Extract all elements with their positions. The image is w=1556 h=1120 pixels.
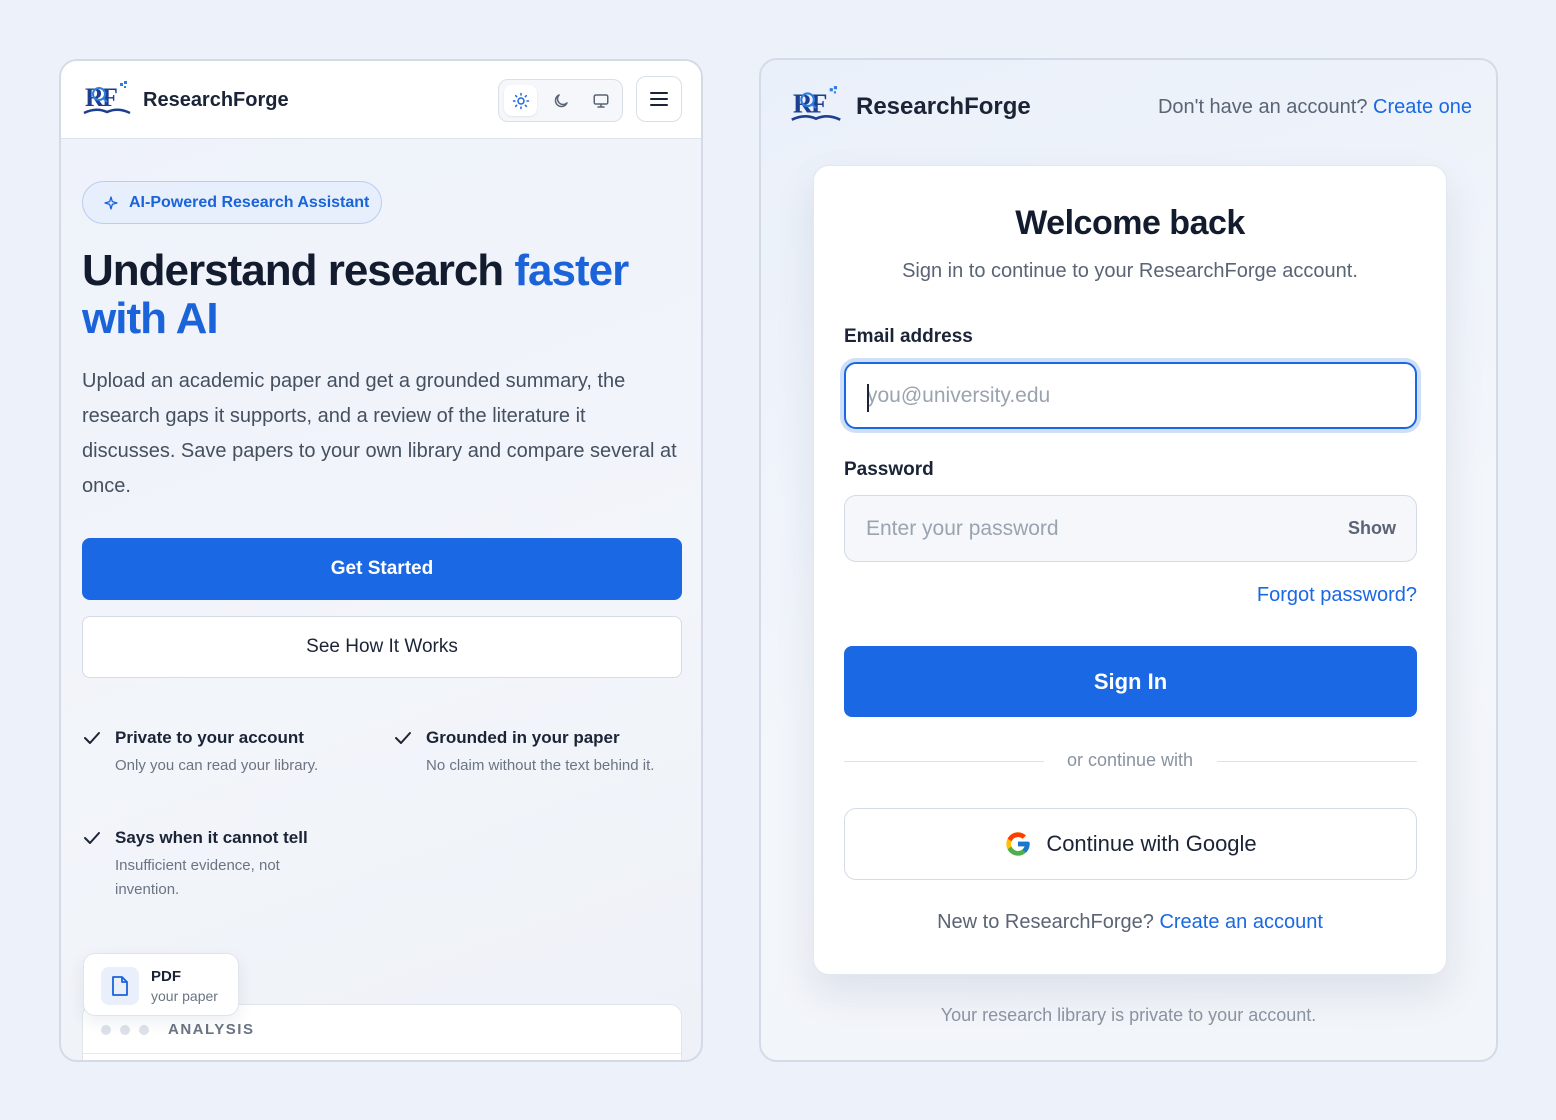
system-theme-button[interactable] bbox=[584, 85, 617, 116]
check-icon bbox=[395, 732, 411, 744]
check-icon bbox=[84, 832, 100, 844]
brand-name[interactable]: ResearchForge bbox=[856, 93, 1031, 121]
hero-title: Understand research faster with AI bbox=[82, 247, 682, 343]
create-one-link[interactable]: Create one bbox=[1373, 96, 1472, 118]
create-account-link[interactable]: Create an account bbox=[1159, 911, 1322, 933]
signup-prompt-text: Don't have an account? bbox=[1157, 96, 1368, 118]
privacy-note: Your research library is private to your… bbox=[940, 1005, 1317, 1025]
new-account-text: New to ResearchForge? bbox=[937, 911, 1154, 933]
hero-description: Upload an academic paper and get a groun… bbox=[82, 370, 677, 497]
window-dot bbox=[101, 1025, 111, 1035]
monitor-icon bbox=[593, 93, 608, 108]
signup-prompt: Don't have an account? Create one bbox=[1158, 96, 1472, 119]
card-title: Welcome back bbox=[1015, 204, 1245, 242]
password-placeholder: Enter your password bbox=[866, 516, 1059, 540]
forgot-password-link[interactable]: Forgot password? bbox=[1257, 584, 1417, 607]
researchforge-logo-icon[interactable]: R F bbox=[788, 85, 844, 125]
ai-badge: AI-Powered Research Assistant bbox=[82, 181, 382, 224]
password-label: Password bbox=[844, 459, 934, 480]
pdf-icon-box bbox=[101, 967, 139, 1005]
moon-icon bbox=[554, 93, 568, 107]
signin-card: Welcome back Sign in to continue to your… bbox=[813, 165, 1447, 975]
show-password-button[interactable]: Show bbox=[1348, 518, 1396, 539]
top-nav: R F ResearchForge bbox=[61, 61, 701, 139]
email-label: Email address bbox=[844, 326, 973, 347]
feature-title: Private to your account bbox=[115, 728, 304, 747]
pdf-title: PDF bbox=[151, 968, 181, 985]
new-account-prompt: New to ResearchForge? Create an account bbox=[814, 911, 1446, 934]
divider bbox=[83, 1053, 681, 1054]
google-button-label: Continue with Google bbox=[1046, 831, 1257, 856]
sparkle-icon bbox=[104, 195, 118, 210]
window-dot bbox=[139, 1025, 149, 1035]
hero-title-main: Understand research bbox=[82, 246, 515, 295]
check-icon bbox=[84, 732, 100, 744]
signin-panel: R F ResearchForge Don't have an account?… bbox=[759, 58, 1498, 1062]
password-field[interactable]: Enter your password Show bbox=[844, 495, 1417, 562]
document-icon bbox=[112, 976, 128, 996]
researchforge-logo-icon[interactable]: R F bbox=[82, 80, 132, 118]
menu-button[interactable] bbox=[636, 76, 682, 122]
pdf-card: PDF your paper bbox=[83, 953, 239, 1016]
feature-description: No claim without the text behind it. bbox=[426, 757, 655, 774]
feature-description: Insufficient evidence, not invention. bbox=[115, 857, 280, 898]
light-theme-button[interactable] bbox=[504, 85, 537, 116]
hamburger-menu-icon bbox=[650, 92, 668, 106]
sign-in-button[interactable]: Sign In bbox=[844, 646, 1417, 717]
get-started-button[interactable]: Get Started bbox=[82, 538, 682, 600]
theme-switcher bbox=[498, 79, 623, 122]
feature-title: Says when it cannot tell bbox=[115, 828, 308, 847]
email-placeholder: you@university.edu bbox=[867, 383, 1051, 407]
continue-with-google-button[interactable]: Continue with Google bbox=[844, 808, 1417, 880]
badge-label: AI-Powered Research Assistant bbox=[129, 193, 370, 211]
analysis-label: ANALYSIS bbox=[168, 1021, 255, 1038]
pdf-subtitle: your paper bbox=[151, 988, 218, 1004]
see-how-it-works-button[interactable]: See How It Works bbox=[82, 616, 682, 678]
email-field[interactable]: you@university.edu bbox=[844, 362, 1417, 429]
google-icon bbox=[1006, 832, 1030, 856]
window-dot bbox=[120, 1025, 130, 1035]
dark-theme-button[interactable] bbox=[544, 85, 577, 116]
brand-name[interactable]: ResearchForge bbox=[143, 89, 289, 112]
text-caret bbox=[867, 384, 869, 412]
sun-icon bbox=[512, 92, 529, 109]
landing-panel: R F ResearchForge AI-Powered Research As… bbox=[59, 59, 703, 1062]
card-subtitle: Sign in to continue to your ResearchForg… bbox=[902, 260, 1358, 282]
feature-description: Only you can read your library. bbox=[115, 757, 319, 774]
feature-title: Grounded in your paper bbox=[426, 728, 620, 747]
divider-label: or continue with bbox=[1066, 750, 1194, 770]
